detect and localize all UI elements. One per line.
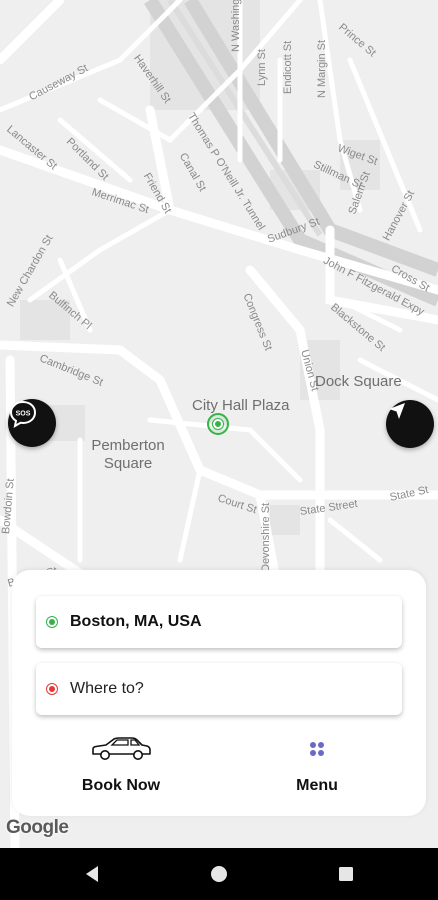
recents-square-icon [339,867,353,881]
booking-panel: Boston, MA, USA Where to? Book Now Menu [12,570,426,816]
car-icon [92,737,151,760]
pickup-value: Boston, MA, USA [70,613,202,630]
recents-button[interactable] [336,864,356,884]
back-button[interactable] [82,864,102,884]
destination-dot-icon [46,683,58,695]
place-label-city-hall-plaza: City Hall Plaza [192,397,290,414]
google-attribution: Google [6,817,69,838]
sos-button[interactable]: SOS [8,399,56,447]
street-label: Lynn St [256,49,268,86]
system-nav-bar [0,848,438,900]
book-now-button[interactable]: Book Now [41,736,201,795]
grid-dots-icon [310,742,324,756]
place-label-pemberton-square: Pemberton Square [88,437,168,473]
menu-button[interactable]: Menu [237,736,397,795]
navigation-arrow-icon [389,403,405,419]
home-button[interactable] [209,864,229,884]
back-triangle-icon [86,866,98,882]
book-now-label: Book Now [81,777,161,794]
pickup-field[interactable]: Boston, MA, USA [36,596,402,648]
place-label-line: Pemberton [91,437,165,454]
home-circle-icon [211,866,227,882]
street-label: Devonshire St [260,502,272,572]
street-label: N Margin St [316,39,328,98]
sos-label: SOS [16,411,31,418]
place-label-line: Square [103,455,153,472]
sos-chat-icon: SOS [9,400,37,428]
locate-me-button[interactable] [386,400,434,448]
place-label-dock-square: Dock Square [315,373,402,390]
street-label: Endicott St [282,40,294,94]
current-location-marker [207,413,229,435]
menu-label: Menu [296,777,338,794]
pickup-dot-icon [46,616,58,628]
destination-field[interactable]: Where to? [36,663,402,715]
street-label: N Washington St [230,0,242,52]
destination-placeholder: Where to? [70,680,144,697]
